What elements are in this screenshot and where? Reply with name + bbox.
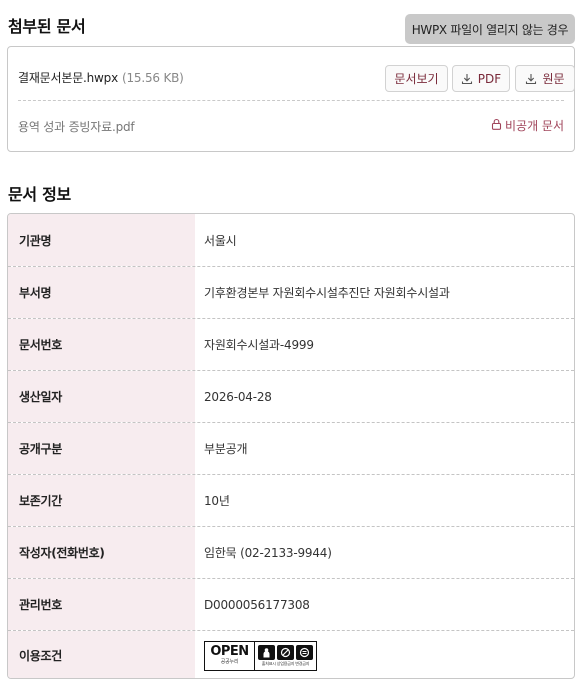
info-value: 2026-04-28 (204, 389, 272, 404)
info-label: 부서명 (8, 267, 195, 318)
kogl-open-text: OPEN (210, 644, 249, 659)
attachments-box: 결재문서본문.hwpx (15.56 KB) 문서보기 PDF 원문 용역 성과 … (7, 46, 575, 152)
download-pdf-label: PDF (477, 71, 502, 86)
info-value: 임한묵 (02-2133-9944) (204, 546, 332, 560)
attachment-row: 결재문서본문.hwpx (15.56 KB) 문서보기 PDF 원문 (18, 47, 575, 101)
hwpx-help-button[interactable]: HWPX 파일이 열리지 않는 경우 (405, 14, 575, 44)
attachment-file: 결재문서본문.hwpx (15.56 KB) (18, 69, 184, 86)
download-original-button[interactable]: 원문 (515, 65, 575, 92)
info-label: 보존기간 (8, 475, 195, 526)
view-document-button[interactable]: 문서보기 (385, 65, 448, 92)
download-icon (461, 73, 473, 85)
info-value: OPEN 공공누리 출처표시 상업용금지 변경금지 (195, 631, 574, 678)
info-row-retention: 보존기간 10년 (8, 474, 574, 526)
kogl-open-logo: OPEN 공공누리 (205, 641, 255, 670)
kogl-condition-icons: 출처표시 상업용금지 변경금지 (255, 642, 316, 670)
info-row-doc-number: 문서번호 자원회수시설과-4999 (8, 318, 574, 370)
attribution-icon (258, 644, 275, 660)
info-row-disclosure: 공개구분 부분공개 (8, 422, 574, 474)
info-value: 서울시 (204, 233, 237, 248)
file-name: 결재문서본문.hwpx (18, 71, 118, 85)
info-label: 문서번호 (8, 319, 195, 370)
private-document-label: 비공개 문서 (504, 119, 564, 133)
info-label: 작성자(전화번호) (8, 527, 195, 578)
info-value: D0000056177308 (204, 597, 310, 612)
info-label: 기관명 (8, 214, 195, 266)
attachments-title: 첨부된 문서 (8, 17, 86, 36)
info-row-author: 작성자(전화번호) 임한묵 (02-2133-9944) (8, 526, 574, 578)
doc-info-table: 기관명 서울시 부서명 기후환경본부 자원회수시설추진단 자원회수시설과 문서번… (7, 213, 575, 679)
kogl-license-badge: OPEN 공공누리 출처표시 상업용금지 변경금지 (204, 640, 317, 671)
info-row-management-number: 관리번호 D0000056177308 (8, 578, 574, 630)
info-row-production-date: 생산일자 2026-04-28 (8, 370, 574, 422)
private-file-name: 용역 성과 증빙자료.pdf (18, 120, 135, 134)
view-document-label: 문서보기 (394, 72, 439, 86)
download-pdf-button[interactable]: PDF (452, 65, 510, 92)
download-original-label: 원문 (542, 72, 565, 86)
info-label: 생산일자 (8, 371, 195, 422)
info-value: 10년 (204, 494, 230, 508)
info-row-department: 부서명 기후환경본부 자원회수시설추진단 자원회수시설과 (8, 266, 574, 318)
doc-info-title: 문서 정보 (8, 185, 71, 204)
kogl-caption: 출처표시 상업용금지 변경금지 (261, 660, 310, 666)
file-size: (15.56 KB) (122, 71, 184, 85)
info-label: 이용조건 (8, 631, 195, 678)
private-document-badge: 비공개 문서 (491, 117, 564, 134)
noncommercial-icon (277, 644, 294, 660)
kogl-open-caption: 공공누리 (220, 659, 239, 665)
info-label: 공개구분 (8, 423, 195, 474)
info-label: 관리번호 (8, 579, 195, 630)
info-row-agency: 기관명 서울시 (8, 214, 574, 266)
info-value: 자원회수시설과-4999 (204, 338, 314, 352)
download-icon (525, 73, 537, 85)
info-row-usage-terms: 이용조건 OPEN 공공누리 출처표시 상업용금지 변경금지 (8, 630, 574, 678)
info-value: 부분공개 (204, 442, 248, 456)
lock-icon (491, 118, 502, 133)
no-derivatives-icon (296, 644, 313, 660)
info-value: 기후환경본부 자원회수시설추진단 자원회수시설과 (204, 286, 450, 300)
